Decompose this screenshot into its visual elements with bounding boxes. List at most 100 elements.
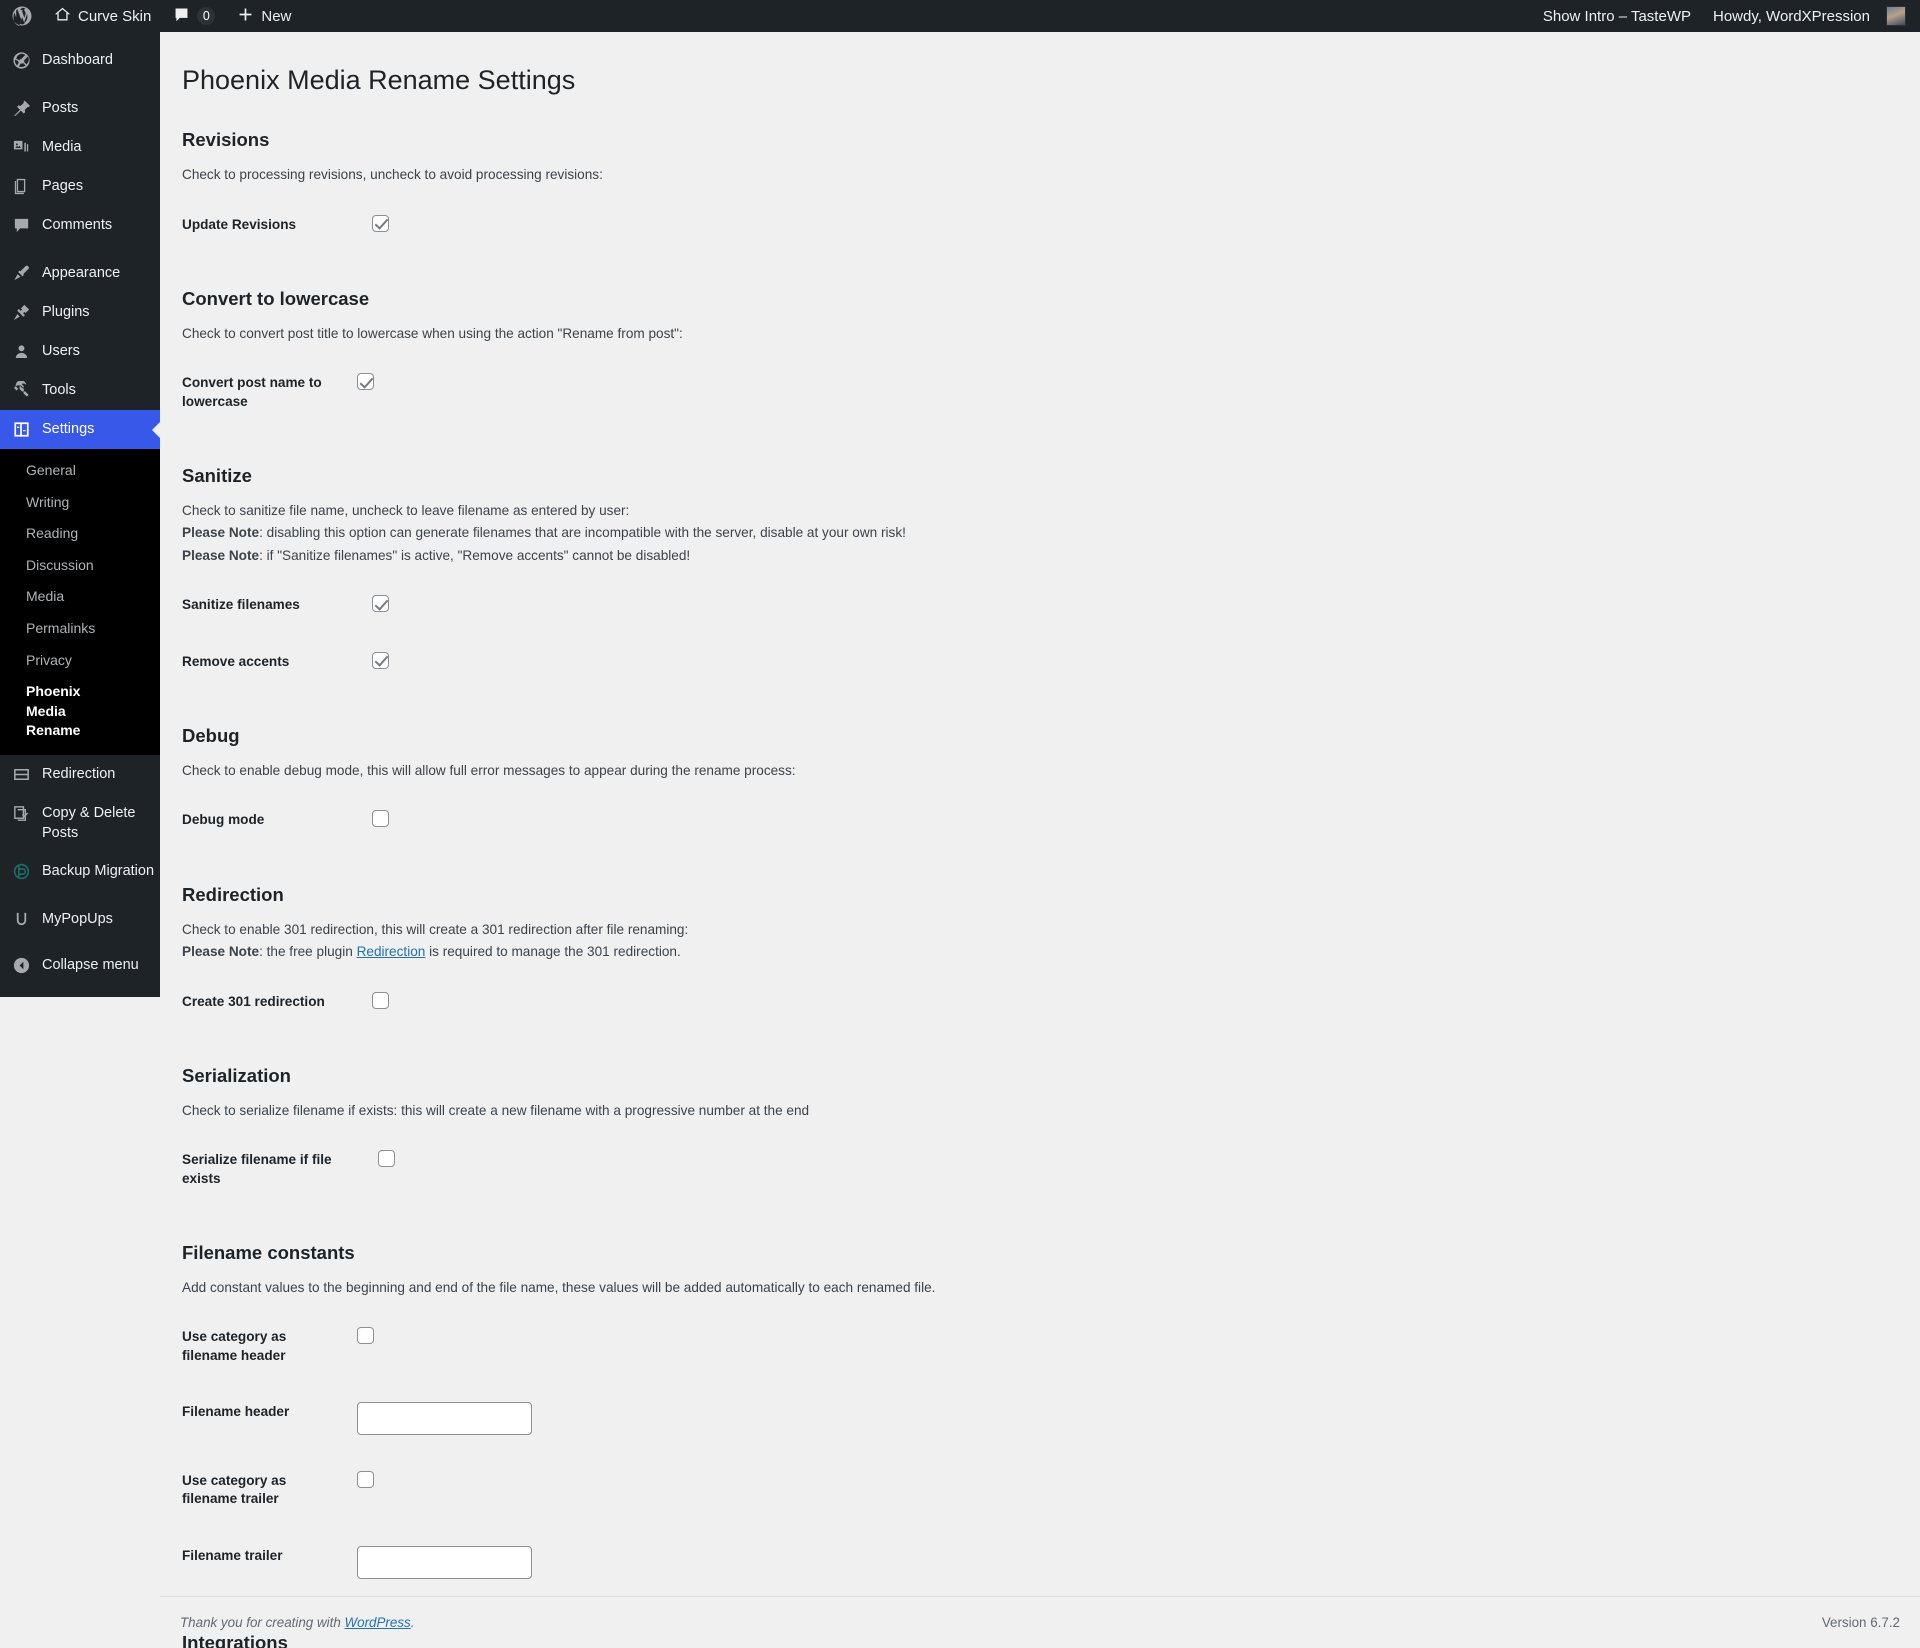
user-icon [11, 341, 32, 362]
plugin-icon [11, 302, 32, 323]
show-intro-item[interactable]: Show Intro – TasteWP [1532, 0, 1702, 32]
site-name-menu[interactable]: Curve Skin [43, 0, 162, 32]
field-row-convert-lowercase: Convert post name to lowercase [182, 355, 1282, 430]
field-row-update-revisions: Update Revisions [182, 197, 1282, 253]
section-heading-constants: Filename constants [182, 1241, 355, 1263]
comments-icon [11, 215, 32, 236]
sidebar-item-label: MyPopUps [42, 911, 113, 928]
section-desc-constants: Add constant values to the beginning and… [182, 1279, 936, 1295]
serialize-filename-checkbox[interactable] [378, 1150, 395, 1168]
my-account-menu[interactable]: Howdy, WordXPression [1702, 0, 1910, 32]
sidebar-item-label: Pages [42, 178, 84, 194]
field-label-debug-mode: Debug mode [182, 812, 265, 828]
sidebar-item-comments[interactable]: Comments [0, 206, 160, 245]
section-desc-lowercase: Check to convert post title to lowercase… [182, 325, 683, 341]
section-desc-sanitize: Check to sanitize file name, uncheck to … [182, 500, 1900, 567]
field-row-sanitize-filenames: Sanitize filenames [182, 577, 1282, 633]
convert-post-name-lowercase-checkbox[interactable] [357, 373, 374, 391]
admin-footer: Thank you for creating with WordPress. V… [160, 1596, 1920, 1648]
field-control-cell [368, 1132, 1282, 1207]
field-row-remove-accents: Remove accents [182, 634, 1282, 690]
comments-bubble[interactable]: 0 [162, 0, 226, 32]
redirection-desc-line1: Check to enable 301 redirection, this wi… [182, 921, 689, 937]
sidebar-item-label: Posts [42, 100, 79, 116]
page-title: Phoenix Media Rename Settings [182, 65, 576, 95]
sidebar-item-label: Dashboard [42, 52, 113, 68]
field-control-cell [347, 355, 1282, 430]
dashboard-icon [11, 50, 32, 71]
sidebar-item-redirection[interactable]: Redirection [0, 755, 160, 794]
new-label: New [261, 7, 292, 25]
sidebar-item-users[interactable]: Users [0, 332, 160, 371]
sidebar-item-mypopups[interactable]: MyPopUps [0, 900, 160, 939]
field-label-convert-lowercase: Convert post name to lowercase [182, 375, 322, 409]
section-heading-lowercase: Convert to lowercase [182, 287, 370, 309]
use-category-as-filename-trailer-checkbox[interactable] [357, 1471, 374, 1489]
submenu-item-media[interactable]: Media [0, 581, 160, 613]
section-heading-revisions: Revisions [182, 129, 270, 151]
filename-header-input[interactable] [357, 1402, 532, 1436]
wordpress-link[interactable]: WordPress [345, 1615, 411, 1630]
submenu-item-general[interactable]: General [0, 455, 160, 487]
settings-submenu: General Writing Reading Discussion Media… [0, 449, 160, 755]
sidebar-item-settings[interactable]: Settings [0, 410, 160, 449]
field-control-cell [362, 634, 1282, 690]
admin-bar-right: Show Intro – TasteWP Howdy, WordXPressio… [1532, 0, 1920, 32]
menu-spacer-top [0, 32, 160, 41]
filename-trailer-input[interactable] [357, 1545, 532, 1579]
sidebar-item-appearance[interactable]: Appearance [0, 254, 160, 293]
field-label-sanitize-filenames: Sanitize filenames [182, 597, 300, 613]
sidebar-item-copy-delete-posts[interactable]: Copy & Delete Posts [0, 794, 160, 852]
submenu-item-phoenix-media-rename[interactable]: Phoenix Media Rename [0, 676, 105, 747]
sidebar-item-media[interactable]: Media [0, 128, 160, 167]
sidebar-item-pages[interactable]: Pages [0, 167, 160, 206]
field-control-cell [362, 792, 1282, 848]
field-label-update-revisions: Update Revisions [182, 216, 297, 232]
new-content-menu[interactable]: New [226, 0, 302, 32]
field-label-category-trailer: Use category as filename trailer [182, 1473, 287, 1507]
field-label-filename-header: Filename header [182, 1404, 290, 1420]
settings-form-wrap: Phoenix Media Rename Settings Revisions … [160, 32, 1920, 1648]
update-revisions-checkbox[interactable] [372, 214, 389, 232]
sidebar-item-tools[interactable]: Tools [0, 371, 160, 410]
submenu-item-reading[interactable]: Reading [0, 518, 160, 550]
submenu-item-permalinks[interactable]: Permalinks [0, 613, 160, 645]
footer-thankyou: Thank you for creating with WordPress. [180, 1615, 414, 1630]
field-control-cell [362, 197, 1282, 253]
sanitize-note1-text: : disabling this option can generate fil… [259, 525, 906, 541]
plus-icon [237, 6, 254, 27]
field-control-cell [347, 1453, 1282, 1528]
field-row-filename-trailer: Filename trailer [182, 1528, 1282, 1597]
redirection-note-post: is required to manage the 301 redirectio… [425, 944, 681, 960]
debug-mode-checkbox[interactable] [372, 810, 389, 828]
remove-accents-checkbox[interactable] [372, 651, 389, 669]
section-heading-redirection: Redirection [182, 883, 284, 905]
submenu-item-privacy[interactable]: Privacy [0, 645, 160, 677]
footer-thanks-post: . [410, 1615, 415, 1630]
wp-logo-menu[interactable] [0, 0, 43, 32]
submenu-item-discussion[interactable]: Discussion [0, 550, 160, 582]
create-301-redirection-checkbox[interactable] [372, 991, 389, 1009]
field-label-create-301: Create 301 redirection [182, 993, 325, 1009]
submenu-item-writing[interactable]: Writing [0, 487, 160, 519]
collapse-menu-label: Collapse menu [42, 957, 139, 974]
use-category-as-filename-header-checkbox[interactable] [357, 1327, 374, 1345]
sidebar-item-plugins[interactable]: Plugins [0, 293, 160, 332]
sidebar-item-backup-migration[interactable]: Backup Migration [0, 852, 160, 891]
field-row-serialize-filename: Serialize filename if file exists [182, 1132, 1282, 1207]
field-control-cell [362, 577, 1282, 633]
collapse-menu-button[interactable]: Collapse menu [0, 946, 160, 985]
comments-count: 0 [197, 7, 216, 25]
field-label-serialize-filename: Serialize filename if file exists [182, 1152, 332, 1186]
sanitize-note1-label: Please Note [182, 525, 260, 541]
sanitize-filenames-checkbox[interactable] [372, 595, 389, 613]
sidebar-item-posts[interactable]: Posts [0, 89, 160, 128]
media-icon [11, 137, 32, 158]
sanitize-desc-line1: Check to sanitize file name, uncheck to … [182, 502, 630, 518]
lowercase-form-table: Convert post name to lowercase [182, 355, 1282, 430]
redirection-plugin-link[interactable]: Redirection [357, 944, 426, 959]
redirection-form-table: Create 301 redirection [182, 974, 1282, 1030]
debug-form-table: Debug mode [182, 792, 1282, 848]
sanitize-form-table: Sanitize filenames Remove accents [182, 577, 1282, 690]
sidebar-item-dashboard[interactable]: Dashboard [0, 41, 160, 80]
